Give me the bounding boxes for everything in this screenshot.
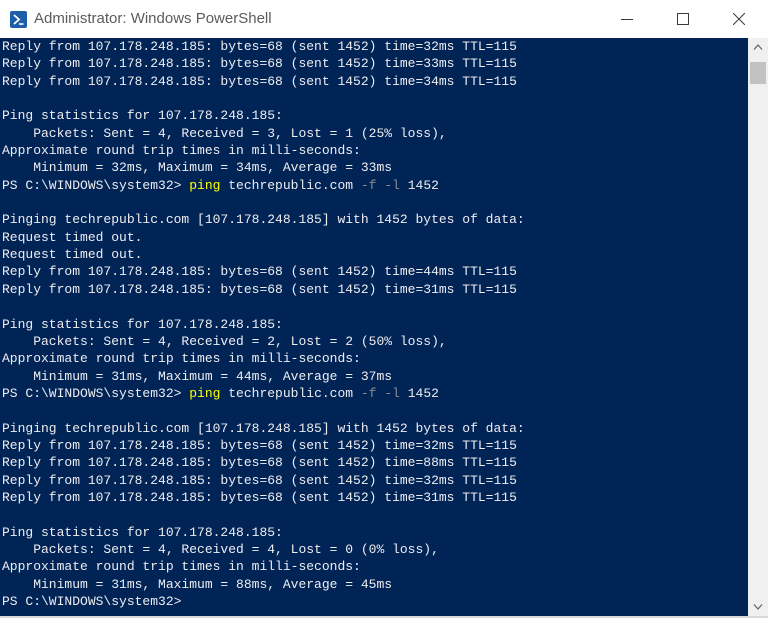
command-text: ping bbox=[189, 177, 221, 193]
console-line: Reply from 107.178.248.185: bytes=68 (se… bbox=[2, 73, 517, 89]
minimize-icon bbox=[621, 19, 633, 20]
console-line: Ping statistics for 107.178.248.185: bbox=[2, 524, 283, 540]
vertical-scrollbar[interactable] bbox=[748, 38, 768, 616]
command-parameter: -f bbox=[360, 177, 377, 193]
prompt-text: PS C:\WINDOWS\system32> bbox=[2, 594, 182, 609]
console-line: Pinging techrepublic.com [107.178.248.18… bbox=[2, 420, 525, 436]
powershell-icon bbox=[10, 11, 27, 28]
close-button[interactable] bbox=[712, 0, 768, 38]
prompt-line: PS C:\WINDOWS\system32> bbox=[2, 593, 525, 610]
command-text: ping bbox=[189, 385, 221, 401]
console-line: Packets: Sent = 4, Received = 4, Lost = … bbox=[2, 541, 439, 557]
console-line: Reply from 107.178.248.185: bytes=68 (se… bbox=[2, 455, 517, 471]
scroll-up-button[interactable] bbox=[748, 38, 768, 56]
maximize-icon bbox=[677, 13, 689, 25]
command-args: 1452 bbox=[399, 385, 439, 401]
window-title: Administrator: Windows PowerShell bbox=[34, 10, 272, 27]
console-line: Reply from 107.178.248.185: bytes=68 (se… bbox=[2, 264, 517, 280]
console-line: Ping statistics for 107.178.248.185: bbox=[2, 108, 283, 124]
command-args: techrepublic.com bbox=[220, 385, 361, 401]
scroll-down-button[interactable] bbox=[748, 598, 768, 616]
console-line: Approximate round trip times in milli-se… bbox=[2, 559, 361, 575]
console-output[interactable]: Reply from 107.178.248.185: bytes=68 (se… bbox=[0, 38, 748, 616]
chevron-down-icon bbox=[753, 604, 763, 610]
command-args: 1452 bbox=[399, 177, 439, 193]
title-bar[interactable]: Administrator: Windows PowerShell bbox=[0, 0, 768, 38]
console-line: Approximate round trip times in milli-se… bbox=[2, 351, 361, 367]
console-line: Minimum = 31ms, Maximum = 88ms, Average … bbox=[2, 576, 393, 592]
console-line: Ping statistics for 107.178.248.185: bbox=[2, 316, 283, 332]
prompt-line: PS C:\WINDOWS\system32> ping techrepubli… bbox=[2, 177, 525, 194]
command-parameter: -f bbox=[360, 385, 377, 401]
close-icon bbox=[733, 13, 745, 25]
scroll-thumb[interactable] bbox=[750, 62, 766, 84]
prompt-text: PS C:\WINDOWS\system32> bbox=[2, 385, 190, 401]
console-line: Pinging techrepublic.com [107.178.248.18… bbox=[2, 212, 525, 228]
command-args: techrepublic.com bbox=[220, 177, 361, 193]
minimize-button[interactable] bbox=[600, 0, 656, 38]
console-line: Reply from 107.178.248.185: bytes=68 (se… bbox=[2, 281, 517, 297]
prompt-text: PS C:\WINDOWS\system32> bbox=[2, 177, 190, 193]
maximize-button[interactable] bbox=[656, 0, 712, 38]
console-line: Packets: Sent = 4, Received = 2, Lost = … bbox=[2, 333, 447, 349]
powershell-window: Administrator: Windows PowerShell Reply … bbox=[0, 0, 768, 618]
console-line: Reply from 107.178.248.185: bytes=68 (se… bbox=[2, 39, 517, 54]
command-parameter: -l bbox=[384, 177, 400, 193]
console-line: Reply from 107.178.248.185: bytes=68 (se… bbox=[2, 472, 517, 488]
console-line: Approximate round trip times in milli-se… bbox=[2, 143, 361, 159]
console-line: Minimum = 31ms, Maximum = 44ms, Average … bbox=[2, 368, 393, 384]
chevron-up-icon bbox=[753, 44, 763, 50]
console-line: Reply from 107.178.248.185: bytes=68 (se… bbox=[2, 489, 517, 505]
console-lines: Reply from 107.178.248.185: bytes=68 (se… bbox=[2, 38, 525, 610]
console-line: Request timed out. bbox=[2, 247, 143, 263]
console-line: Minimum = 32ms, Maximum = 34ms, Average … bbox=[2, 160, 393, 176]
console-line: Request timed out. bbox=[2, 229, 143, 245]
console-line: Packets: Sent = 4, Received = 3, Lost = … bbox=[2, 125, 447, 141]
prompt-line: PS C:\WINDOWS\system32> ping techrepubli… bbox=[2, 385, 525, 402]
console-line: Reply from 107.178.248.185: bytes=68 (se… bbox=[2, 56, 517, 72]
console-line: Reply from 107.178.248.185: bytes=68 (se… bbox=[2, 437, 517, 453]
command-parameter: -l bbox=[384, 385, 400, 401]
